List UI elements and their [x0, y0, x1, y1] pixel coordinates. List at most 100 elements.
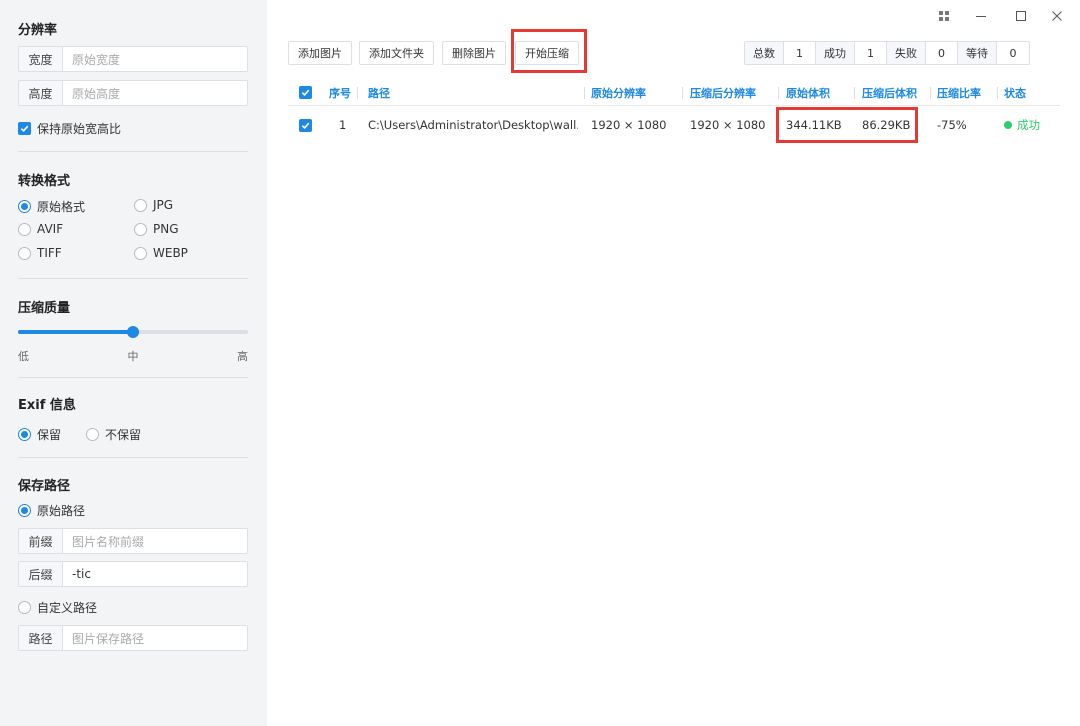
- header-ratio[interactable]: 压缩比率: [937, 80, 981, 105]
- header-new-size[interactable]: 压缩后体积: [862, 80, 917, 105]
- total-value: 1: [784, 42, 816, 64]
- radio-label: WEBP: [153, 246, 188, 260]
- keep-ratio-checkbox[interactable]: 保持原始宽高比: [18, 120, 121, 137]
- header-separator: [357, 87, 358, 99]
- highlight-box-sizes: [776, 107, 918, 143]
- width-field[interactable]: 宽度 原始宽度: [18, 46, 248, 72]
- header-index[interactable]: 序号: [329, 80, 351, 105]
- save-path-title: 保存路径: [18, 479, 71, 494]
- header-orig-res[interactable]: 原始分辨率: [591, 80, 646, 105]
- fail-value: 0: [926, 42, 958, 64]
- format-radio-jpg[interactable]: JPG: [134, 198, 173, 212]
- quality-slider-thumb[interactable]: [127, 326, 139, 338]
- add-folder-button[interactable]: 添加文件夹: [359, 41, 434, 65]
- divider: [18, 377, 248, 378]
- suffix-field[interactable]: 后缀 -tic: [18, 561, 248, 587]
- radio-label: 不保留: [105, 428, 142, 442]
- radio-label: 自定义路径: [37, 601, 98, 615]
- quality-title: 压缩质量: [18, 301, 71, 316]
- checkmark-icon: [299, 118, 312, 132]
- keep-ratio-label: 保持原始宽高比: [37, 122, 122, 136]
- success-label: 成功: [816, 42, 855, 64]
- stats-bar: 总数 1 成功 1 失败 0 等待 0: [744, 41, 1030, 65]
- wait-value: 0: [1009, 46, 1017, 60]
- format-title: 转换格式: [18, 174, 71, 189]
- prefix-field[interactable]: 前缀 图片名称前缀: [18, 528, 248, 554]
- maximize-icon[interactable]: [1009, 4, 1033, 28]
- radio-icon: [18, 246, 31, 260]
- save-radio-custom[interactable]: 自定义路径: [18, 599, 97, 616]
- suffix-input[interactable]: -tic: [63, 567, 91, 581]
- radio-label: TIFF: [37, 246, 62, 260]
- quality-mid-label: 中: [127, 350, 139, 363]
- height-field[interactable]: 高度 原始高度: [18, 80, 248, 106]
- save-radio-original[interactable]: 原始路径: [18, 502, 85, 519]
- header-separator: [682, 87, 683, 99]
- header-separator: [997, 87, 998, 99]
- resolution-title: 分辨率: [18, 23, 58, 38]
- radio-icon: [134, 246, 147, 260]
- select-all-checkbox[interactable]: [299, 80, 312, 105]
- radio-label: 原始路径: [37, 504, 86, 518]
- quality-slider[interactable]: [18, 326, 248, 338]
- suffix-label: 后缀: [19, 562, 63, 586]
- header-separator: [584, 87, 585, 99]
- prefix-input[interactable]: 图片名称前缀: [63, 533, 144, 550]
- quality-low-label: 低: [18, 350, 29, 363]
- apps-grid-icon[interactable]: [932, 4, 956, 28]
- width-label: 宽度: [19, 47, 63, 71]
- header-status[interactable]: 状态: [1004, 80, 1026, 105]
- header-orig-size[interactable]: 原始体积: [786, 80, 830, 105]
- height-input[interactable]: 原始高度: [63, 85, 120, 102]
- format-radio-original[interactable]: 原始格式: [18, 198, 85, 215]
- exif-radio-keep[interactable]: 保留: [18, 426, 61, 443]
- minimize-icon[interactable]: [969, 4, 993, 28]
- radio-icon: [86, 428, 99, 441]
- format-radio-tiff[interactable]: TIFF: [18, 246, 62, 260]
- quality-high-label: 高: [237, 350, 248, 363]
- prefix-label: 前缀: [19, 529, 63, 553]
- close-icon[interactable]: [1045, 4, 1069, 28]
- radio-icon: [18, 222, 31, 236]
- header-separator: [778, 87, 779, 99]
- divider: [18, 151, 248, 152]
- success-dot-icon: [1004, 121, 1012, 129]
- row-status-text: 成功: [1017, 118, 1040, 132]
- radio-label: JPG: [153, 198, 174, 212]
- radio-icon: [134, 222, 147, 236]
- radio-selected-icon: [18, 428, 31, 441]
- row-checkbox[interactable]: [299, 110, 312, 140]
- format-radio-webp[interactable]: WEBP: [134, 246, 188, 260]
- settings-sidebar: 分辨率 宽度 原始宽度 高度 原始高度 保持原始宽高比 转换格式 原始格式 JP…: [0, 0, 267, 726]
- fail-label: 失败: [887, 42, 926, 64]
- divider: [18, 457, 248, 458]
- quality-slider-fill: [18, 330, 133, 334]
- path-field[interactable]: 路径 图片保存路径: [18, 625, 248, 651]
- add-image-button[interactable]: 添加图片: [288, 41, 352, 65]
- table-header: 序号 路径 原始分辨率 压缩后分辨率 原始体积 压缩后体积 压缩比率 状态: [288, 80, 1060, 106]
- path-input[interactable]: 图片保存路径: [63, 630, 144, 647]
- header-path[interactable]: 路径: [368, 80, 390, 105]
- delete-image-button[interactable]: 删除图片: [442, 41, 506, 65]
- format-radio-png[interactable]: PNG: [134, 222, 179, 236]
- success-value: 1: [855, 42, 887, 64]
- radio-icon: [18, 601, 31, 614]
- exif-title: Exif 信息: [18, 398, 76, 413]
- row-orig-res: 1920 × 1080: [591, 118, 667, 132]
- format-radio-avif[interactable]: AVIF: [18, 222, 63, 236]
- header-new-res[interactable]: 压缩后分辨率: [690, 80, 756, 105]
- radio-label: PNG: [153, 222, 179, 236]
- radio-icon: [134, 198, 147, 212]
- row-path: C:\Users\Administrator\Desktop\wall...: [368, 118, 578, 132]
- path-label: 路径: [19, 626, 63, 650]
- height-label: 高度: [19, 81, 63, 105]
- radio-label: 保留: [37, 428, 62, 442]
- exif-radio-no-keep[interactable]: 不保留: [86, 426, 141, 443]
- checkmark-icon: [18, 122, 31, 135]
- row-index: 1: [339, 118, 347, 132]
- row-ratio: -75%: [937, 118, 967, 132]
- table-row[interactable]: 1 C:\Users\Administrator\Desktop\wall...…: [288, 110, 1060, 140]
- radio-label: AVIF: [37, 222, 64, 236]
- row-new-res: 1920 × 1080: [690, 118, 766, 132]
- width-input[interactable]: 原始宽度: [63, 51, 120, 68]
